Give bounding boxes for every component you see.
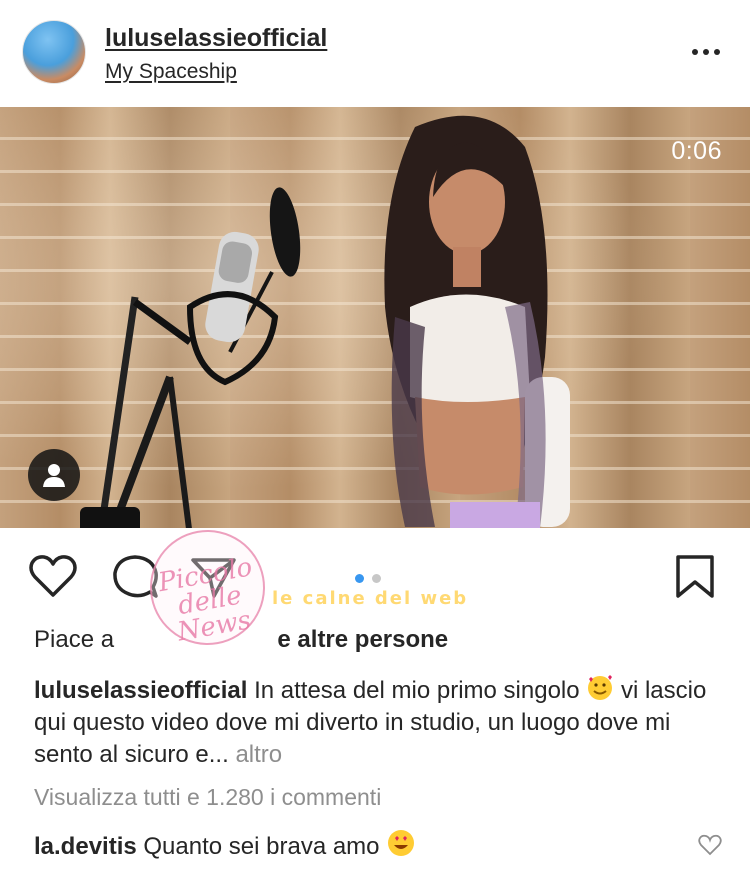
view-all-comments-link[interactable]: Visualizza tutti e 1.280 i commenti <box>34 784 381 811</box>
post-caption: luluselassieofficial In attesa del mio p… <box>34 674 724 771</box>
heart-eyes-emoji-icon <box>388 830 415 856</box>
tagged-users-button[interactable] <box>28 449 80 501</box>
comment-text: Quanto sei brava amo <box>143 833 380 860</box>
watermark-banner: le calne del web <box>272 588 469 609</box>
likes-suffix: e altre persone <box>277 626 449 653</box>
more-icon <box>692 49 698 55</box>
caption-username[interactable]: luluselassieofficial <box>34 677 247 704</box>
user-tag-icon <box>43 464 65 487</box>
carousel-dot <box>355 574 364 583</box>
profile-avatar[interactable] <box>22 20 86 84</box>
like-button[interactable] <box>28 552 78 602</box>
singer-image <box>384 115 570 528</box>
save-button[interactable] <box>670 552 720 602</box>
more-options-button[interactable] <box>686 40 726 64</box>
likes-prefix: Piace a <box>34 626 115 653</box>
post-username[interactable]: luluselassieofficial <box>105 24 327 53</box>
post-location[interactable]: My Spaceship <box>105 60 237 84</box>
microphone-stand-image <box>80 187 301 528</box>
caption-text-1: In attesa del mio primo singolo <box>254 677 580 704</box>
comment-like-button[interactable] <box>698 834 722 856</box>
bookmark-icon <box>676 555 714 598</box>
comment-username[interactable]: la.devitis <box>34 833 137 860</box>
carousel-indicator <box>355 574 381 583</box>
carousel-dot <box>372 574 381 583</box>
caption-more-link[interactable]: altro <box>235 741 282 768</box>
smiling-face-hearts-icon <box>588 675 613 700</box>
post-header: luluselassieofficial My Spaceship <box>0 0 750 105</box>
video-timer: 0:06 <box>671 137 722 165</box>
post-video[interactable]: 0:06 <box>0 107 750 528</box>
comment-item: la.devitis Quanto sei brava amo <box>34 828 416 861</box>
like-comment-icon <box>698 834 722 856</box>
heart-icon <box>29 555 77 597</box>
